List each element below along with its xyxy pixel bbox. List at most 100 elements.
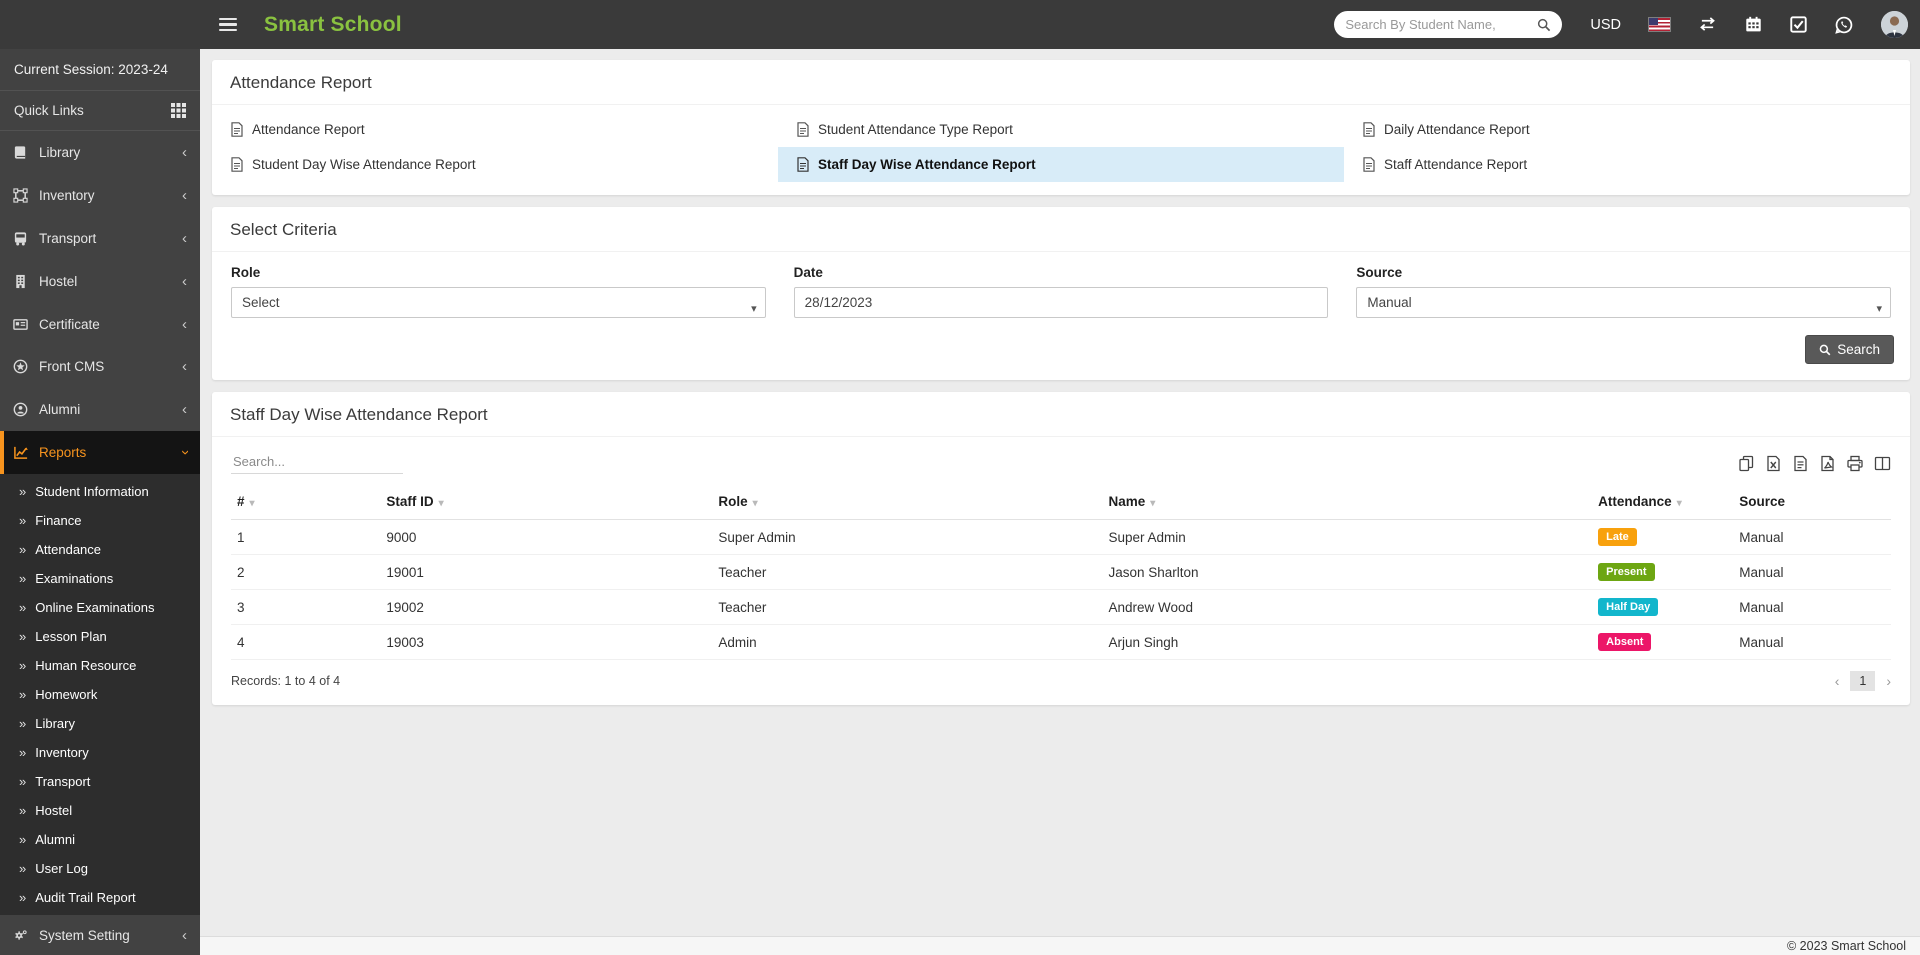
criteria-title: Select Criteria	[212, 207, 1910, 252]
submenu-item-examinations[interactable]: »Examinations	[0, 564, 200, 593]
content-area: Attendance Report Attendance Report Stud…	[200, 49, 1920, 936]
calendar-icon[interactable]	[1745, 16, 1762, 33]
report-link-label: Daily Attendance Report	[1384, 122, 1530, 137]
submenu-item-finance[interactable]: »Finance	[0, 506, 200, 535]
print-icon[interactable]	[1846, 455, 1864, 472]
search-button[interactable]: Search	[1805, 335, 1894, 364]
cell-name: Andrew Wood	[1102, 590, 1592, 625]
double-arrow-icon: »	[19, 774, 26, 789]
user-avatar[interactable]	[1881, 11, 1908, 38]
column-header-name[interactable]: Name▾	[1102, 484, 1592, 520]
submenu-item-label: Attendance	[35, 542, 101, 557]
global-search-input[interactable]	[1345, 17, 1537, 32]
cell-role: Super Admin	[712, 520, 1102, 555]
switch-branch-icon[interactable]	[1698, 17, 1717, 32]
sidebar-item-library[interactable]: Library ‹	[0, 131, 200, 174]
sidebar-item-alumni[interactable]: Alumni ‹	[0, 388, 200, 431]
sidebar-toggle-icon[interactable]	[219, 18, 237, 32]
link-staff-attendance-report[interactable]: Staff Attendance Report	[1344, 147, 1910, 182]
column-header-staff-id[interactable]: Staff ID▾	[380, 484, 712, 520]
id-card-icon	[13, 317, 39, 332]
language-flag-icon[interactable]	[1649, 18, 1670, 31]
sidebar-item-transport[interactable]: Transport ‹	[0, 217, 200, 260]
pagination-page-1[interactable]: 1	[1850, 671, 1875, 691]
double-arrow-icon: »	[19, 600, 26, 615]
front-cms-icon	[13, 359, 39, 374]
quick-links-label: Quick Links	[14, 103, 84, 118]
source-select[interactable]: Manual	[1356, 287, 1891, 318]
submenu-item-hostel[interactable]: »Hostel	[0, 796, 200, 825]
pagination-prev[interactable]: ‹	[1835, 673, 1840, 689]
link-student-attendance-type-report[interactable]: Student Attendance Type Report	[778, 112, 1344, 147]
chevron-left-icon: ‹	[182, 145, 187, 160]
link-daily-attendance-report[interactable]: Daily Attendance Report	[1344, 112, 1910, 147]
brand-logo[interactable]: Smart School	[264, 13, 402, 37]
reports-chart-icon	[13, 445, 39, 460]
cell-attendance: Half Day	[1592, 590, 1733, 625]
column-header-num[interactable]: #▾	[231, 484, 380, 520]
pdf-icon[interactable]	[1819, 455, 1836, 472]
double-arrow-icon: »	[19, 861, 26, 876]
todo-check-icon[interactable]	[1790, 16, 1807, 33]
submenu-item-human-resource[interactable]: »Human Resource	[0, 651, 200, 680]
sidebar-item-hostel[interactable]: Hostel ‹	[0, 260, 200, 303]
search-icon	[1819, 344, 1831, 356]
results-title: Staff Day Wise Attendance Report	[212, 392, 1910, 437]
whatsapp-icon[interactable]	[1835, 16, 1853, 34]
submenu-item-label: Online Examinations	[35, 600, 154, 615]
search-icon[interactable]	[1537, 18, 1551, 32]
submenu-item-label: Lesson Plan	[35, 629, 107, 644]
csv-icon[interactable]	[1792, 455, 1809, 472]
currency-selector[interactable]: USD	[1590, 17, 1621, 33]
submenu-item-user-log[interactable]: »User Log	[0, 854, 200, 883]
table-search-input[interactable]	[231, 450, 403, 474]
pagination-next[interactable]: ›	[1886, 673, 1891, 689]
current-session-label: Current Session: 2023-24	[0, 49, 200, 91]
sidebar-item-system-setting[interactable]: System Setting ‹	[0, 915, 200, 955]
submenu-item-alumni[interactable]: »Alumni	[0, 825, 200, 854]
submenu-item-attendance[interactable]: » Attendance	[0, 535, 200, 564]
sidebar-item-inventory[interactable]: Inventory ‹	[0, 174, 200, 217]
grid-icon[interactable]	[171, 103, 186, 118]
table-row: 1 9000 Super Admin Super Admin Late Manu…	[231, 520, 1891, 555]
table-row: 3 19002 Teacher Andrew Wood Half Day Man…	[231, 590, 1891, 625]
role-select[interactable]: Select	[231, 287, 766, 318]
sort-caret-icon: ▾	[753, 498, 758, 509]
status-badge: Late	[1598, 528, 1637, 546]
records-count: Records: 1 to 4 of 4	[231, 674, 340, 688]
excel-icon[interactable]	[1765, 455, 1782, 472]
app-window: Smart School USD	[0, 0, 1920, 955]
link-student-day-wise-attendance-report[interactable]: Student Day Wise Attendance Report	[212, 147, 778, 182]
column-header-attendance[interactable]: Attendance▾	[1592, 484, 1733, 520]
sidebar-item-certificate[interactable]: Certificate ‹	[0, 303, 200, 346]
submenu-item-transport[interactable]: »Transport	[0, 767, 200, 796]
submenu-item-homework[interactable]: »Homework	[0, 680, 200, 709]
submenu-item-audit-trail-report[interactable]: »Audit Trail Report	[0, 883, 200, 912]
sidebar-item-label: System Setting	[39, 928, 182, 943]
chevron-left-icon: ‹	[182, 274, 187, 289]
submenu-item-lesson-plan[interactable]: » Lesson Plan	[0, 622, 200, 651]
submenu-item-library[interactable]: »Library	[0, 709, 200, 738]
table-header-row: #▾ Staff ID▾ Role▾ Name▾ Attendance▾ Sou…	[231, 484, 1891, 520]
copy-icon[interactable]	[1738, 455, 1755, 472]
double-arrow-icon: »	[19, 629, 26, 644]
link-attendance-report[interactable]: Attendance Report	[212, 112, 778, 147]
link-staff-day-wise-attendance-report[interactable]: Staff Day Wise Attendance Report	[778, 147, 1344, 182]
report-link-label: Staff Day Wise Attendance Report	[818, 157, 1036, 172]
submenu-item-online-examinations[interactable]: » Online Examinations	[0, 593, 200, 622]
sidebar-item-label: Transport	[39, 231, 182, 246]
sidebar-item-front-cms[interactable]: Front CMS ‹	[0, 345, 200, 388]
double-arrow-icon: »	[19, 542, 26, 557]
date-input[interactable]	[794, 287, 1329, 318]
submenu-item-student-information[interactable]: »Student Information	[0, 477, 200, 506]
double-arrow-icon: »	[19, 745, 26, 760]
column-header-role[interactable]: Role▾	[712, 484, 1102, 520]
cell-source: Manual	[1733, 555, 1891, 590]
submenu-item-inventory[interactable]: »Inventory	[0, 738, 200, 767]
report-link-label: Staff Attendance Report	[1384, 157, 1527, 172]
double-arrow-icon: »	[19, 571, 26, 586]
cell-attendance: Late	[1592, 520, 1733, 555]
columns-icon[interactable]	[1874, 455, 1891, 472]
file-text-icon	[797, 157, 809, 172]
sidebar-item-reports[interactable]: Reports ‹	[0, 431, 200, 474]
